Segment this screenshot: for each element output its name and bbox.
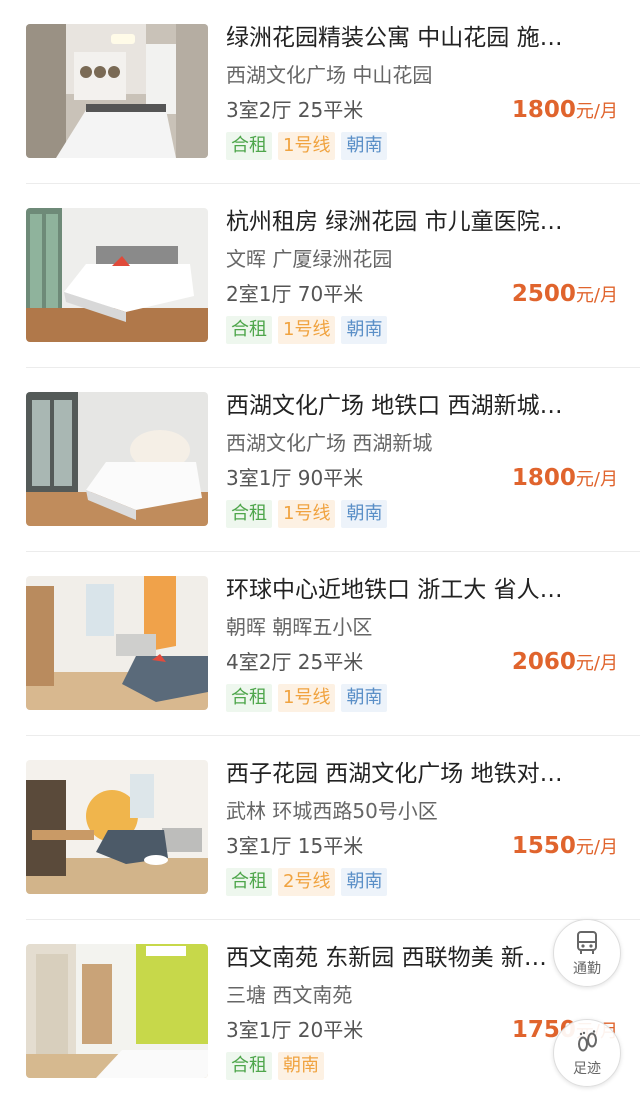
listing-spec: 3室1厅 90平米	[226, 466, 364, 490]
listing-location: 朝晖 朝晖五小区	[226, 615, 373, 639]
listing-title[interactable]: 绿洲花园精装公寓 中山花园 施…	[226, 22, 616, 54]
tag: 朝南	[341, 684, 388, 712]
listing-spec: 3室1厅 15平米	[226, 834, 364, 858]
listing-location: 西湖文化广场 中山花园	[226, 63, 433, 87]
listing-location: 西湖文化广场 西湖新城	[226, 431, 433, 455]
listing-spec: 4室2厅 25平米	[226, 650, 364, 674]
tag: 朝南	[341, 868, 388, 896]
listing-price: 1800元/月	[512, 95, 618, 127]
bus-icon	[577, 930, 597, 954]
listing-photo[interactable]	[26, 208, 208, 342]
listing-tags: 合租 1号线 朝南	[226, 316, 388, 344]
listing-photo[interactable]	[26, 576, 208, 710]
listing-location: 武林 环城西路50号小区	[226, 799, 438, 823]
listing-tags: 合租 朝南	[226, 1052, 324, 1080]
listing-photo[interactable]	[26, 944, 208, 1078]
tag: 1号线	[278, 316, 336, 344]
tag: 合租	[226, 316, 272, 344]
price-value: 2060	[511, 649, 576, 675]
price-value: 2500	[511, 281, 576, 307]
listing-item[interactable]: 环球中心近地铁口 浙工大 省人… 朝晖 朝晖五小区 4室2厅 25平米 2060…	[0, 552, 640, 736]
price-unit: 元/月	[575, 101, 618, 122]
tag: 合租	[226, 1052, 272, 1080]
listing-title[interactable]: 杭州租房 绿洲花园 市儿童医院…	[226, 206, 616, 238]
tag: 1号线	[278, 684, 336, 712]
footprint-button[interactable]: 足迹	[553, 1019, 621, 1087]
tag: 合租	[226, 500, 272, 528]
listing-list: 绿洲花园精装公寓 中山花园 施… 西湖文化广场 中山花园 3室2厅 25平米 1…	[0, 0, 640, 1104]
listing-tags: 合租 1号线 朝南	[226, 132, 388, 160]
listing-item[interactable]: 绿洲花园精装公寓 中山花园 施… 西湖文化广场 中山花园 3室2厅 25平米 1…	[0, 0, 640, 184]
footprint-icon	[578, 1029, 597, 1051]
listing-item[interactable]: 西子花园 西湖文化广场 地铁对… 武林 环城西路50号小区 3室1厅 15平米 …	[0, 736, 640, 920]
tag: 2号线	[278, 868, 336, 896]
listing-spec: 3室1厅 20平米	[226, 1018, 364, 1042]
price-unit: 元/月	[575, 285, 618, 306]
listing-price: 1800元/月	[512, 463, 618, 495]
tag: 合租	[226, 132, 272, 160]
price-value: 1800	[511, 97, 576, 123]
tag: 朝南	[341, 316, 388, 344]
price-value: 1550	[511, 833, 576, 859]
listing-title[interactable]: 西湖文化广场 地铁口 西湖新城…	[226, 390, 616, 422]
listing-photo[interactable]	[26, 392, 208, 526]
tag: 朝南	[341, 132, 388, 160]
listing-title[interactable]: 环球中心近地铁口 浙工大 省人…	[226, 574, 616, 606]
price-unit: 元/月	[575, 469, 618, 490]
tag: 合租	[226, 868, 272, 896]
listing-tags: 合租 1号线 朝南	[226, 500, 388, 528]
listing-location: 三塘 西文南苑	[226, 983, 353, 1007]
tag: 合租	[226, 684, 272, 712]
listing-tags: 合租 2号线 朝南	[226, 868, 388, 896]
listing-title[interactable]: 西子花园 西湖文化广场 地铁对…	[226, 758, 616, 790]
commute-button[interactable]: 通勤	[553, 919, 621, 987]
listing-item[interactable]: 西文南苑 东新园 西联物美 新… 三塘 西文南苑 3室1厅 20平米 1750元…	[0, 920, 640, 1104]
listing-photo[interactable]	[26, 24, 208, 158]
listing-price: 2500元/月	[512, 279, 618, 311]
listing-spec: 2室1厅 70平米	[226, 282, 364, 306]
commute-label: 通勤	[573, 960, 601, 977]
listing-price: 1550元/月	[512, 831, 618, 863]
listing-item[interactable]: 西湖文化广场 地铁口 西湖新城… 西湖文化广场 西湖新城 3室1厅 90平米 1…	[0, 368, 640, 552]
listing-photo[interactable]	[26, 760, 208, 894]
listing-spec: 3室2厅 25平米	[226, 98, 364, 122]
listing-location: 文晖 广厦绿洲花园	[226, 247, 393, 271]
price-value: 1800	[511, 465, 576, 491]
tag: 1号线	[278, 500, 336, 528]
price-unit: 元/月	[575, 653, 618, 674]
footprint-label: 足迹	[573, 1060, 601, 1077]
listing-price: 2060元/月	[512, 647, 618, 679]
tag: 1号线	[278, 132, 336, 160]
tag: 朝南	[278, 1052, 324, 1080]
listing-tags: 合租 1号线 朝南	[226, 684, 388, 712]
price-unit: 元/月	[575, 837, 618, 858]
listing-item[interactable]: 杭州租房 绿洲花园 市儿童医院… 文晖 广厦绿洲花园 2室1厅 70平米 250…	[0, 184, 640, 368]
tag: 朝南	[341, 500, 388, 528]
